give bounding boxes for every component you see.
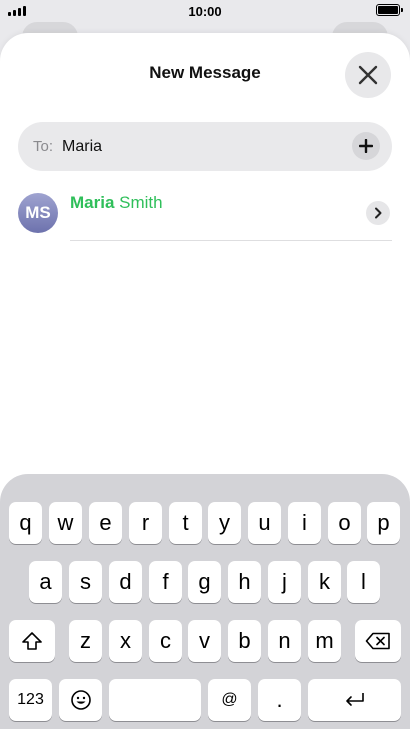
to-label: To: — [33, 138, 54, 155]
key-c[interactable]: c — [149, 620, 182, 662]
contact-suggestion[interactable]: MS Maria Smith — [0, 189, 410, 243]
key-w[interactable]: w — [49, 502, 82, 544]
keyboard: q w e r t y u i o p a s d f g h j k l z … — [0, 474, 410, 729]
chevron-right-icon — [375, 207, 382, 219]
at-key[interactable]: @ — [208, 679, 251, 721]
status-time: 10:00 — [188, 3, 222, 19]
key-u[interactable]: u — [248, 502, 281, 544]
key-s[interactable]: s — [69, 561, 102, 603]
add-recipient-button[interactable] — [352, 132, 380, 160]
delete-backward-icon — [365, 632, 390, 650]
close-icon — [358, 65, 378, 85]
key-o[interactable]: o — [328, 502, 361, 544]
key-e[interactable]: e — [89, 502, 122, 544]
key-z[interactable]: z — [69, 620, 102, 662]
key-k[interactable]: k — [308, 561, 341, 603]
key-l[interactable]: l — [347, 561, 380, 603]
key-r[interactable]: r — [129, 502, 162, 544]
key-b[interactable]: b — [228, 620, 261, 662]
numbers-key[interactable]: 123 — [9, 679, 52, 721]
emoji-icon — [70, 690, 91, 710]
avatar: MS — [18, 193, 58, 233]
shift-key[interactable] — [9, 620, 55, 662]
contact-name: Maria Smith — [70, 193, 163, 213]
key-p[interactable]: p — [367, 502, 400, 544]
close-button[interactable] — [345, 52, 391, 98]
recipient-field[interactable]: To: Maria — [18, 122, 392, 171]
key-n[interactable]: n — [268, 620, 301, 662]
period-key[interactable]: . — [258, 679, 301, 721]
key-j[interactable]: j — [268, 561, 301, 603]
key-m[interactable]: m — [308, 620, 341, 662]
return-key[interactable] — [308, 679, 401, 721]
plus-icon — [359, 139, 373, 153]
shift-icon — [22, 632, 42, 650]
contact-name-match: Maria — [70, 193, 115, 212]
key-v[interactable]: v — [188, 620, 221, 662]
contact-name-rest: Smith — [114, 193, 163, 212]
key-d[interactable]: d — [109, 561, 142, 603]
key-h[interactable]: h — [228, 561, 261, 603]
return-icon — [345, 693, 364, 706]
delete-key[interactable] — [355, 620, 401, 662]
key-t[interactable]: t — [169, 502, 202, 544]
key-y[interactable]: y — [208, 502, 241, 544]
key-a[interactable]: a — [29, 561, 62, 603]
contact-details-button[interactable] — [366, 201, 390, 225]
key-i[interactable]: i — [288, 502, 321, 544]
key-f[interactable]: f — [149, 561, 182, 603]
signal-icon — [8, 5, 26, 16]
key-x[interactable]: x — [109, 620, 142, 662]
battery-icon — [376, 4, 403, 16]
key-g[interactable]: g — [188, 561, 221, 603]
key-q[interactable]: q — [9, 502, 42, 544]
status-bar: 10:00 — [0, 0, 410, 22]
recipient-input[interactable]: Maria — [62, 138, 102, 156]
emoji-key[interactable] — [59, 679, 102, 721]
divider — [70, 240, 392, 241]
space-key[interactable] — [109, 679, 201, 721]
